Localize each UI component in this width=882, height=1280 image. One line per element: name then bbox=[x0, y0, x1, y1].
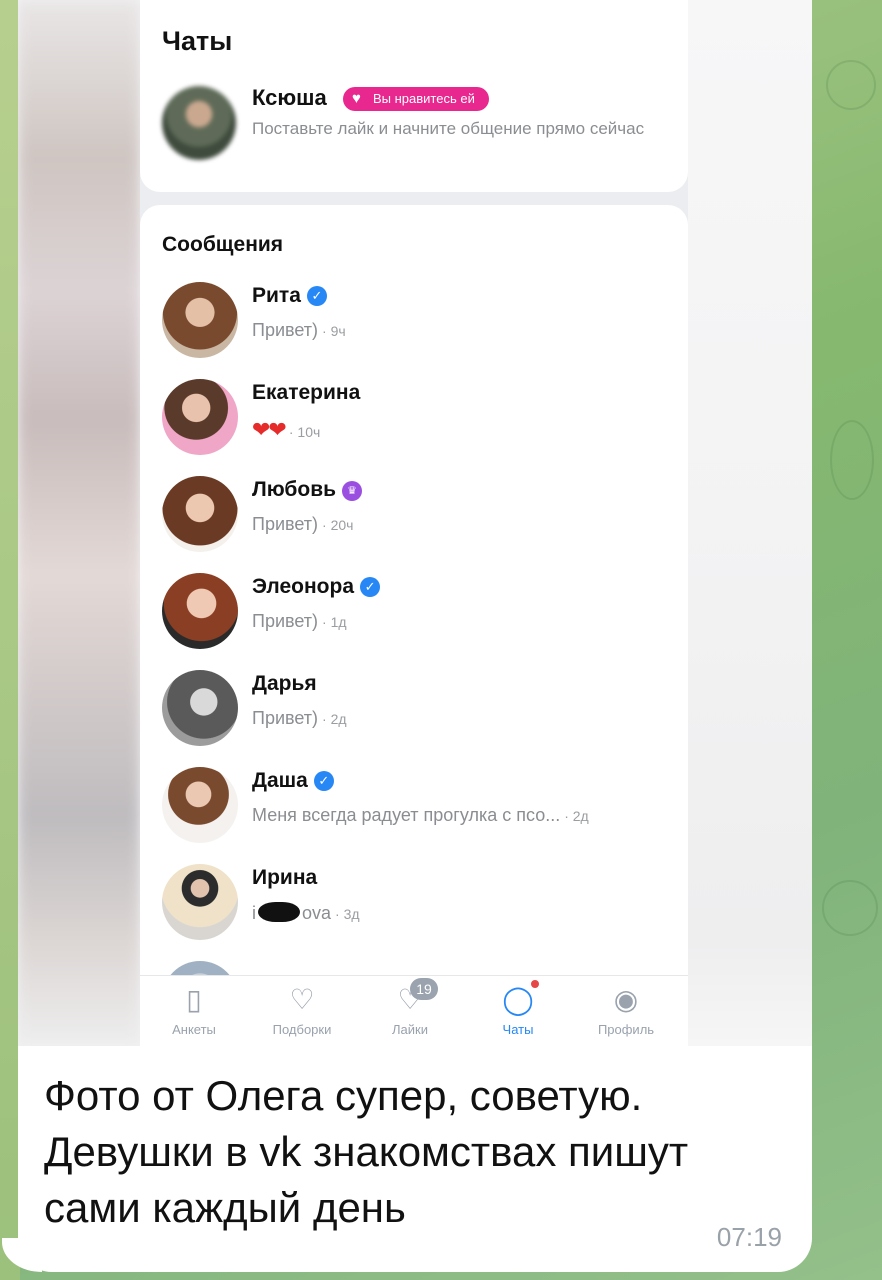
chat-name: Элеонора ✓ bbox=[252, 575, 381, 599]
tab-label: Анкеты bbox=[172, 1022, 216, 1037]
chat-time: · 1д bbox=[322, 614, 347, 630]
tab-anketi[interactable]: ▯ Анкеты bbox=[144, 976, 244, 1046]
redaction-mark bbox=[258, 902, 300, 922]
avatar bbox=[162, 864, 238, 940]
chat-row[interactable]: Даша ✓ Меня всегда радует прогулка с псо.… bbox=[140, 767, 688, 847]
chat-name-text: Элеонора bbox=[252, 575, 355, 598]
tab-chaty[interactable]: ◯ Чаты bbox=[468, 976, 568, 1046]
avatar bbox=[162, 379, 238, 455]
chat-preview: ❤❤ · 10ч bbox=[252, 417, 320, 443]
avatar bbox=[162, 767, 238, 843]
tab-label: Лайки bbox=[392, 1022, 428, 1037]
page-title: Чаты bbox=[162, 26, 233, 56]
tab-profil[interactable]: ◉ Профиль bbox=[576, 976, 676, 1046]
avatar bbox=[162, 282, 238, 358]
message-text: Фото от Олега супер, советую. Девушки в … bbox=[44, 1068, 784, 1236]
wallpaper-doodle bbox=[822, 880, 878, 936]
message-timestamp: 07:19 bbox=[716, 1222, 782, 1252]
chat-time: · 20ч bbox=[322, 517, 354, 533]
cards-icon: ▯ bbox=[186, 984, 202, 1015]
chat-name-text: Любовь bbox=[252, 478, 337, 501]
chat-preview: i ova · 3д bbox=[252, 902, 360, 924]
heart-icon: ♥ bbox=[352, 90, 361, 107]
message-line: сами каждый день bbox=[44, 1184, 406, 1231]
bottom-tab-bar: ▯ Анкеты ♡ Подборки ♡ 19 Лайки ◯ Чаты ◉ … bbox=[140, 975, 688, 1046]
like-badge: ♥ Вы нравитесь ей bbox=[343, 87, 489, 111]
chat-message: Привет) bbox=[252, 514, 319, 534]
crown-icon: ♛ bbox=[342, 481, 363, 501]
like-card-subtitle: Поставьте лайк и начните общение прямо с… bbox=[252, 119, 645, 138]
chat-row[interactable]: Ирина i ova · 3д bbox=[140, 864, 688, 944]
verified-icon: ✓ bbox=[360, 577, 381, 597]
avatar bbox=[162, 476, 238, 552]
blurred-background bbox=[688, 0, 812, 1046]
tab-label: Чаты bbox=[502, 1022, 534, 1037]
chat-preview: Меня всегда радует прогулка с псо... · 2д bbox=[252, 805, 589, 826]
chat-message: Привет) bbox=[252, 320, 319, 340]
chat-preview: Привет) · 2д bbox=[252, 708, 347, 729]
chat-name: Ирина bbox=[252, 866, 317, 890]
chat-wallpaper bbox=[0, 0, 20, 1280]
tab-label: Профиль bbox=[597, 1022, 655, 1037]
notification-dot bbox=[531, 980, 539, 988]
profile-icon: ◉ bbox=[613, 984, 639, 1015]
wallpaper-doodle bbox=[830, 420, 874, 500]
tab-label: Подборки bbox=[272, 1022, 332, 1037]
chat-row[interactable]: Любовь ♛ Привет) · 20ч bbox=[140, 476, 688, 556]
chat-row[interactable]: Рита ✓ Привет) · 9ч bbox=[140, 282, 688, 362]
like-badge-label: Вы нравитесь ей bbox=[373, 91, 475, 106]
message-bubble[interactable]: Чаты Ксюша ♥ Вы нравитесь ей Поставьте л… bbox=[18, 0, 812, 1272]
chat-time: · 3д bbox=[335, 906, 360, 922]
blurred-background bbox=[18, 0, 140, 1046]
chat-preview: Привет) · 1д bbox=[252, 611, 347, 632]
chat-preview: Привет) · 9ч bbox=[252, 320, 346, 341]
chat-time: · 9ч bbox=[322, 323, 346, 339]
chat-name: Дарья bbox=[252, 672, 317, 696]
chat-message: ova bbox=[302, 903, 332, 923]
chat-name-text: Рита bbox=[252, 284, 301, 307]
heart-search-icon: ♡ bbox=[289, 984, 315, 1015]
attached-screenshot[interactable]: Чаты Ксюша ♥ Вы нравитесь ей Поставьте л… bbox=[18, 0, 812, 1046]
avatar[interactable] bbox=[162, 86, 236, 160]
chat-time: · 10ч bbox=[288, 424, 321, 440]
wallpaper-doodle bbox=[826, 60, 876, 110]
chat-name-text: Екатерина bbox=[252, 381, 361, 404]
verified-icon: ✓ bbox=[313, 771, 334, 791]
chat-name-text: Ирина bbox=[252, 866, 318, 889]
chat-name-text: Дарья bbox=[252, 672, 317, 695]
chat-message: Привет) bbox=[252, 611, 319, 631]
like-card-name: Ксюша bbox=[252, 85, 327, 110]
chat-time: · 2д bbox=[322, 711, 347, 727]
chat-name-text: Даша bbox=[252, 769, 308, 792]
chat-message: i bbox=[252, 903, 256, 923]
chat-row[interactable]: Элеонора ✓ Привет) · 1д bbox=[140, 573, 688, 653]
avatar bbox=[162, 670, 238, 746]
message-line: Девушки в vk знакомствах пишут bbox=[44, 1128, 689, 1175]
chat-time: · 2д bbox=[564, 808, 589, 824]
message-line: Фото от Олега супер, советую. bbox=[44, 1072, 643, 1119]
chat-message: Меня всегда радует прогулка с псо... bbox=[252, 805, 561, 825]
chat-name: Екатерина bbox=[252, 381, 360, 405]
chat-name: Любовь ♛ bbox=[252, 478, 363, 502]
avatar bbox=[162, 573, 238, 649]
chat-message: Привет) bbox=[252, 708, 319, 728]
like-card[interactable]: Чаты Ксюша ♥ Вы нравитесь ей Поставьте л… bbox=[140, 0, 688, 192]
vk-dating-chats-screen: Чаты Ксюша ♥ Вы нравитесь ей Поставьте л… bbox=[140, 0, 688, 1046]
chat-message: ❤❤ bbox=[252, 417, 287, 442]
chat-name: Даша ✓ bbox=[252, 769, 334, 793]
chat-name: Рита ✓ bbox=[252, 284, 327, 308]
chat-row[interactable]: Дарья Привет) · 2д bbox=[140, 670, 688, 750]
messages-list: Сообщения Рита ✓ Привет) · 9ч Екатерина ❤❤… bbox=[140, 205, 688, 985]
chat-row[interactable]: Екатерина ❤❤ · 10ч bbox=[140, 379, 688, 459]
verified-icon: ✓ bbox=[306, 286, 327, 306]
section-title: Сообщения bbox=[162, 233, 284, 256]
tab-podborki[interactable]: ♡ Подборки bbox=[252, 976, 352, 1046]
tab-laiki[interactable]: ♡ 19 Лайки bbox=[360, 976, 460, 1046]
chat-preview: Привет) · 20ч bbox=[252, 514, 353, 535]
likes-count-badge: 19 bbox=[410, 978, 438, 1000]
